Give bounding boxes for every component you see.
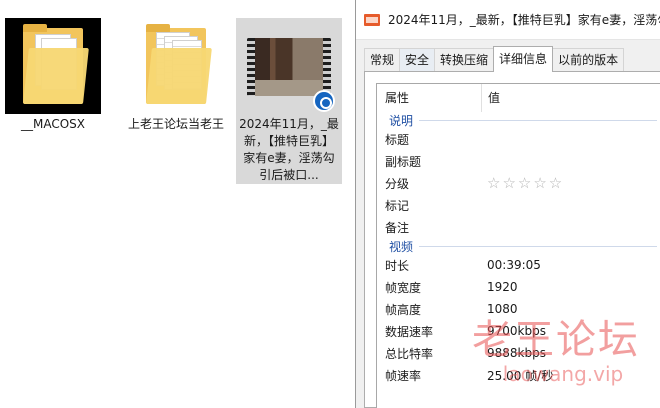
property-name: 时长 — [385, 258, 410, 273]
property-row-rating[interactable]: 分级 ☆☆☆☆☆ — [377, 172, 660, 194]
video-thumbnail — [241, 18, 337, 114]
rating-stars-icon[interactable]: ☆☆☆☆☆ — [482, 174, 564, 192]
property-row-tags[interactable]: 标记 — [377, 194, 660, 216]
tab-general[interactable]: 常规 — [364, 48, 401, 72]
properties-dialog: 2024年11月，_最新，【推特巨乳】家有e妻，淫荡勾 常规 安全 转换压缩 详… — [355, 0, 660, 408]
column-header-value[interactable]: 值 — [482, 84, 500, 112]
property-row-frame-rate[interactable]: 帧速率 25.00 帧/秒 — [377, 364, 660, 386]
property-value: 1080 — [487, 302, 518, 316]
tab-bar: 常规 安全 转换压缩 详细信息 以前的版本 — [364, 46, 625, 72]
property-name: 帧高度 — [385, 302, 422, 317]
property-value: 25.00 帧/秒 — [487, 368, 554, 383]
tab-security[interactable]: 安全 — [399, 48, 436, 72]
property-row-frame-width[interactable]: 帧宽度 1920 — [377, 276, 660, 298]
tab-convert-compress[interactable]: 转换压缩 — [434, 48, 495, 72]
column-header-property[interactable]: 属性 — [377, 84, 482, 112]
property-row-total-bitrate[interactable]: 总比特率 9888kbps — [377, 342, 660, 364]
group-label: 视频 — [389, 239, 414, 254]
property-row-frame-height[interactable]: 帧高度 1080 — [377, 298, 660, 320]
media-player-icon — [313, 90, 335, 112]
property-row-comments[interactable]: 备注 — [377, 216, 660, 238]
file-item-folder[interactable]: 上老王论坛当老王 — [123, 18, 229, 133]
tab-previous-versions[interactable]: 以前的版本 — [552, 48, 625, 72]
file-item-video[interactable]: 2024年11月，_最新，【推特巨乳】家有e妻，淫荡勾引后被口... — [236, 18, 342, 184]
property-row-data-rate[interactable]: 数据速率 9700kbps — [377, 320, 660, 342]
details-panel: 属性 值 说明 标题 副标题 分级 ☆☆☆☆☆ 标记 备注 视频 时长 00:3… — [364, 71, 660, 408]
file-name: 2024年11月，_最新，【推特巨乳】家有e妻，淫荡勾引后被口... — [239, 117, 339, 182]
file-item-macosx[interactable]: __MACOSX — [0, 18, 106, 133]
property-name: 帧速率 — [385, 368, 422, 383]
property-name: 标记 — [385, 198, 410, 213]
property-row-title[interactable]: 标题 — [377, 128, 660, 150]
group-video: 视频 — [377, 238, 660, 254]
dialog-titlebar[interactable]: 2024年11月，_最新，【推特巨乳】家有e妻，淫荡勾 — [356, 0, 660, 40]
property-value: 9888kbps — [487, 346, 546, 360]
folder-icon — [128, 18, 224, 114]
dialog-title: 2024年11月，_最新，【推特巨乳】家有e妻，淫荡勾 — [388, 13, 660, 27]
property-value: 00:39:05 — [487, 258, 541, 272]
property-name: 标题 — [385, 132, 410, 147]
file-name: __MACOSX — [20, 117, 85, 131]
property-name: 总比特率 — [385, 346, 434, 361]
property-name: 备注 — [385, 220, 410, 235]
file-name: 上老王论坛当老王 — [127, 117, 224, 131]
tab-details[interactable]: 详细信息 — [493, 46, 554, 72]
property-row-subtitle[interactable]: 副标题 — [377, 150, 660, 172]
explorer-pane: __MACOSX 上老王论坛当老王 2024年11月，_最新，【推特巨乳】家有e… — [0, 0, 356, 408]
property-name: 数据速率 — [385, 324, 434, 339]
folder-icon — [5, 18, 101, 114]
group-label: 说明 — [389, 113, 414, 128]
property-list[interactable]: 属性 值 说明 标题 副标题 分级 ☆☆☆☆☆ 标记 备注 视频 时长 00:3… — [376, 83, 660, 408]
property-name: 副标题 — [385, 154, 422, 169]
video-file-icon — [364, 13, 380, 26]
property-value: 1920 — [487, 280, 518, 294]
group-description: 说明 — [377, 112, 660, 128]
property-row-duration[interactable]: 时长 00:39:05 — [377, 254, 660, 276]
list-header: 属性 值 — [377, 84, 660, 112]
property-name: 帧宽度 — [385, 280, 422, 295]
property-value: 9700kbps — [487, 324, 546, 338]
property-name: 分级 — [385, 176, 410, 191]
